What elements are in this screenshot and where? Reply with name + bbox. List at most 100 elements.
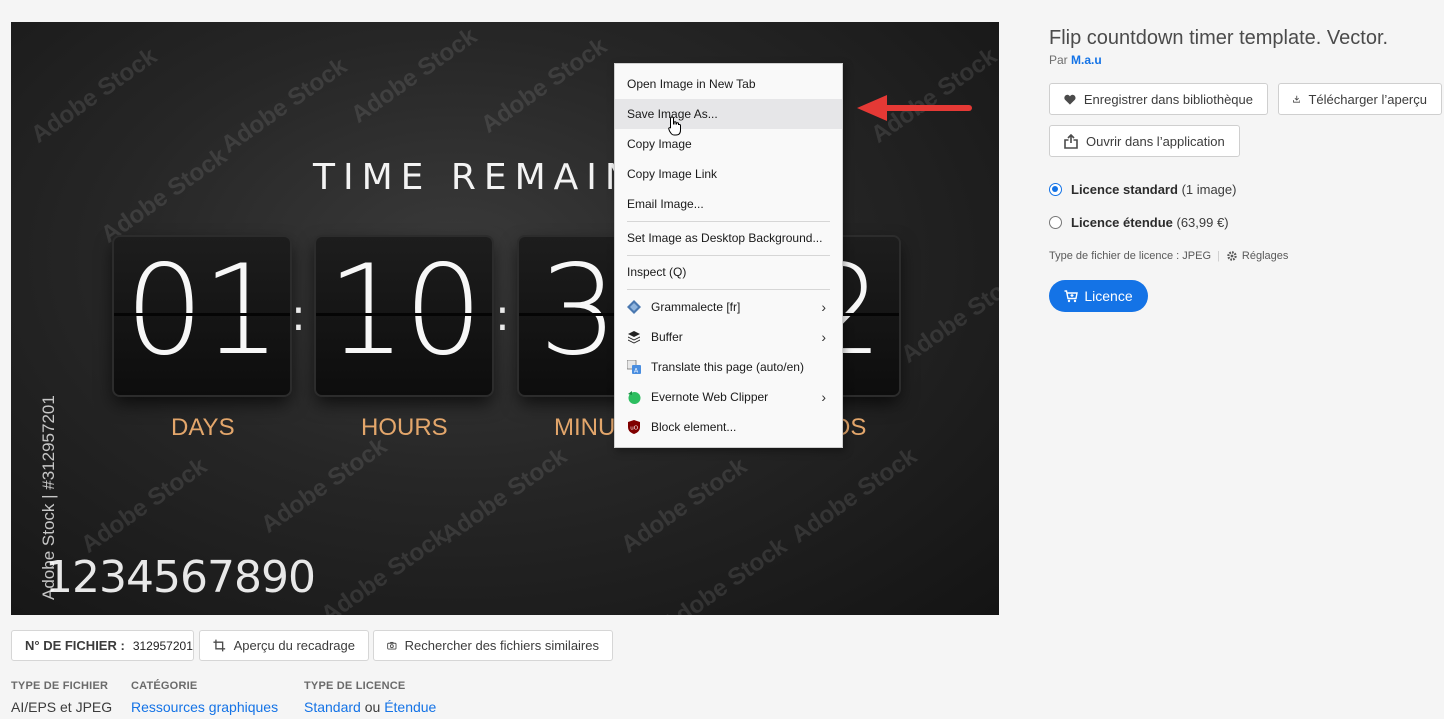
menu-item-label: Copy Image Link xyxy=(627,167,718,181)
category-link[interactable]: Ressources graphiques xyxy=(131,699,278,715)
share-upload-icon xyxy=(1064,133,1078,149)
license-standard-link[interactable]: Standard xyxy=(304,699,361,715)
settings-label: Réglages xyxy=(1241,250,1289,262)
menu-separator xyxy=(627,289,830,290)
watermark: Adobe Stock xyxy=(476,32,612,139)
menu-item-label: Block element... xyxy=(651,420,737,434)
camera-icon xyxy=(387,641,397,650)
license-name: Licence étendue xyxy=(1071,215,1173,230)
menu-item-label: Grammalecte [fr] xyxy=(651,300,741,314)
unit-label-hours: HOURS xyxy=(361,414,448,441)
button-label: Télécharger l’aperçu xyxy=(1308,91,1427,107)
file-type-heading: TYPE DE FICHIER xyxy=(11,680,109,692)
watermark: Adobe Stock xyxy=(316,522,452,615)
menu-item-email-image[interactable]: Email Image... xyxy=(615,189,842,219)
license-type-value: Standard ou Étendue xyxy=(304,699,436,715)
license-button[interactable]: Licence xyxy=(1049,280,1148,312)
chevron-right-icon: › xyxy=(821,329,826,345)
chevron-right-icon: › xyxy=(821,389,826,405)
watermark: Adobe Stock xyxy=(76,452,212,559)
license-standard-radio[interactable]: Licence standard (1 image) xyxy=(1049,182,1236,197)
author-link[interactable]: M.a.u xyxy=(1071,53,1102,67)
or-text: ou xyxy=(364,699,381,715)
unit-label-minutes: MINU xyxy=(554,414,616,441)
license-file-type: Type de fichier de licence : JPEG | Régl… xyxy=(1049,250,1288,262)
flip-value: 10 xyxy=(327,239,483,383)
button-label: Aperçu du recadrage xyxy=(233,638,355,653)
cart-icon xyxy=(1064,289,1079,302)
flip-card-hours: 10 xyxy=(316,237,492,395)
menu-item-label: Open Image in New Tab xyxy=(627,77,756,91)
countdown-title: TIME REMAIN xyxy=(313,157,640,198)
menu-item-set-desktop-background[interactable]: Set Image as Desktop Background... xyxy=(615,224,842,253)
flip-seam xyxy=(316,313,492,316)
download-icon xyxy=(1293,95,1301,103)
divider: | xyxy=(1217,250,1220,262)
license-button-label: Licence xyxy=(1084,288,1133,304)
button-label: Ouvrir dans l’application xyxy=(1086,133,1225,149)
menu-item-copy-image[interactable]: Copy Image xyxy=(615,129,842,159)
file-number-box: N° DE FICHIER : 312957201 xyxy=(11,630,194,661)
radio-unselected-icon xyxy=(1049,216,1062,229)
settings-link[interactable]: Réglages xyxy=(1226,250,1288,262)
watermark: Adobe Stock xyxy=(26,42,162,149)
translate-icon: A xyxy=(627,360,641,374)
find-similar-button[interactable]: Rechercher des fichiers similaires xyxy=(373,630,613,661)
watermark: Adobe Stock xyxy=(896,262,999,369)
menu-item-save-image-as[interactable]: Save Image As... xyxy=(615,99,842,129)
crop-preview-button[interactable]: Aperçu du recadrage xyxy=(199,630,369,661)
license-name: Licence standard xyxy=(1071,182,1178,197)
menu-item-label: Buffer xyxy=(651,330,683,344)
heart-icon xyxy=(1064,94,1076,105)
side-watermark: Adobe Stock | #312957201 xyxy=(39,395,58,600)
hand-cursor-icon xyxy=(668,116,681,136)
menu-item-open-image-new-tab[interactable]: Open Image in New Tab xyxy=(615,69,842,99)
license-extended-radio[interactable]: Licence étendue (63,99 €) xyxy=(1049,215,1229,230)
button-label: Enregistrer dans bibliothèque xyxy=(1083,91,1253,107)
colon-separator: : xyxy=(291,290,306,341)
flip-card-days: 01 xyxy=(114,237,290,395)
grammalecte-icon xyxy=(627,300,641,314)
colon-separator: : xyxy=(495,290,510,341)
red-arrow-annotation-icon xyxy=(857,95,972,121)
watermark: Adobe Stock xyxy=(346,22,482,129)
flip-value: 01 xyxy=(125,239,281,383)
category-heading: CATÉGORIE xyxy=(131,680,198,692)
license-detail: (1 image) xyxy=(1181,182,1237,197)
license-detail: (63,99 €) xyxy=(1176,215,1229,230)
license-option-label: Licence standard (1 image) xyxy=(1071,182,1236,197)
menu-item-label: Evernote Web Clipper xyxy=(651,390,769,404)
preview-image[interactable]: Adobe Stock Adobe Stock Adobe Stock Adob… xyxy=(11,22,999,615)
watermark: Adobe Stock xyxy=(96,142,232,249)
open-in-app-button[interactable]: Ouvrir dans l’application xyxy=(1049,125,1240,157)
menu-separator xyxy=(627,255,830,256)
watermark: Adobe Stock xyxy=(656,532,792,615)
asset-title: Flip countdown timer template. Vector. xyxy=(1049,27,1389,49)
menu-item-block-element[interactable]: uO Block element... xyxy=(615,412,842,442)
license-type-heading: TYPE DE LICENCE xyxy=(304,680,406,692)
menu-item-copy-image-link[interactable]: Copy Image Link xyxy=(615,159,842,189)
file-type-value: AI/EPS et JPEG xyxy=(11,699,113,715)
watermark: Adobe Stock xyxy=(436,442,572,549)
menu-item-label: Translate this page (auto/en) xyxy=(651,360,804,374)
save-to-library-button[interactable]: Enregistrer dans bibliothèque xyxy=(1049,83,1268,115)
menu-item-translate[interactable]: A Translate this page (auto/en) xyxy=(615,352,842,382)
license-extended-link[interactable]: Étendue xyxy=(384,699,436,715)
menu-item-grammalecte[interactable]: Grammalecte [fr] › xyxy=(615,292,842,322)
menu-item-inspect[interactable]: Inspect (Q) xyxy=(615,258,842,287)
unit-label-days: DAYS xyxy=(171,414,235,441)
context-menu: Open Image in New Tab Save Image As... C… xyxy=(614,63,843,448)
menu-item-label: Inspect (Q) xyxy=(627,265,687,279)
menu-item-label: Email Image... xyxy=(627,197,704,211)
watermark: Adobe Stock xyxy=(616,452,752,559)
download-preview-button[interactable]: Télécharger l’aperçu xyxy=(1278,83,1442,115)
file-number-value: 312957201 xyxy=(132,638,193,653)
watermark: Adobe Stock xyxy=(216,52,352,159)
menu-item-label: Set Image as Desktop Background... xyxy=(627,231,823,245)
menu-item-evernote[interactable]: Evernote Web Clipper › xyxy=(615,382,842,412)
evernote-icon xyxy=(628,391,641,404)
watermark: Adobe Stock xyxy=(786,442,922,549)
menu-item-label: Copy Image xyxy=(627,137,692,151)
menu-item-buffer[interactable]: Buffer › xyxy=(615,322,842,352)
watermark: Adobe Stock xyxy=(256,432,392,539)
